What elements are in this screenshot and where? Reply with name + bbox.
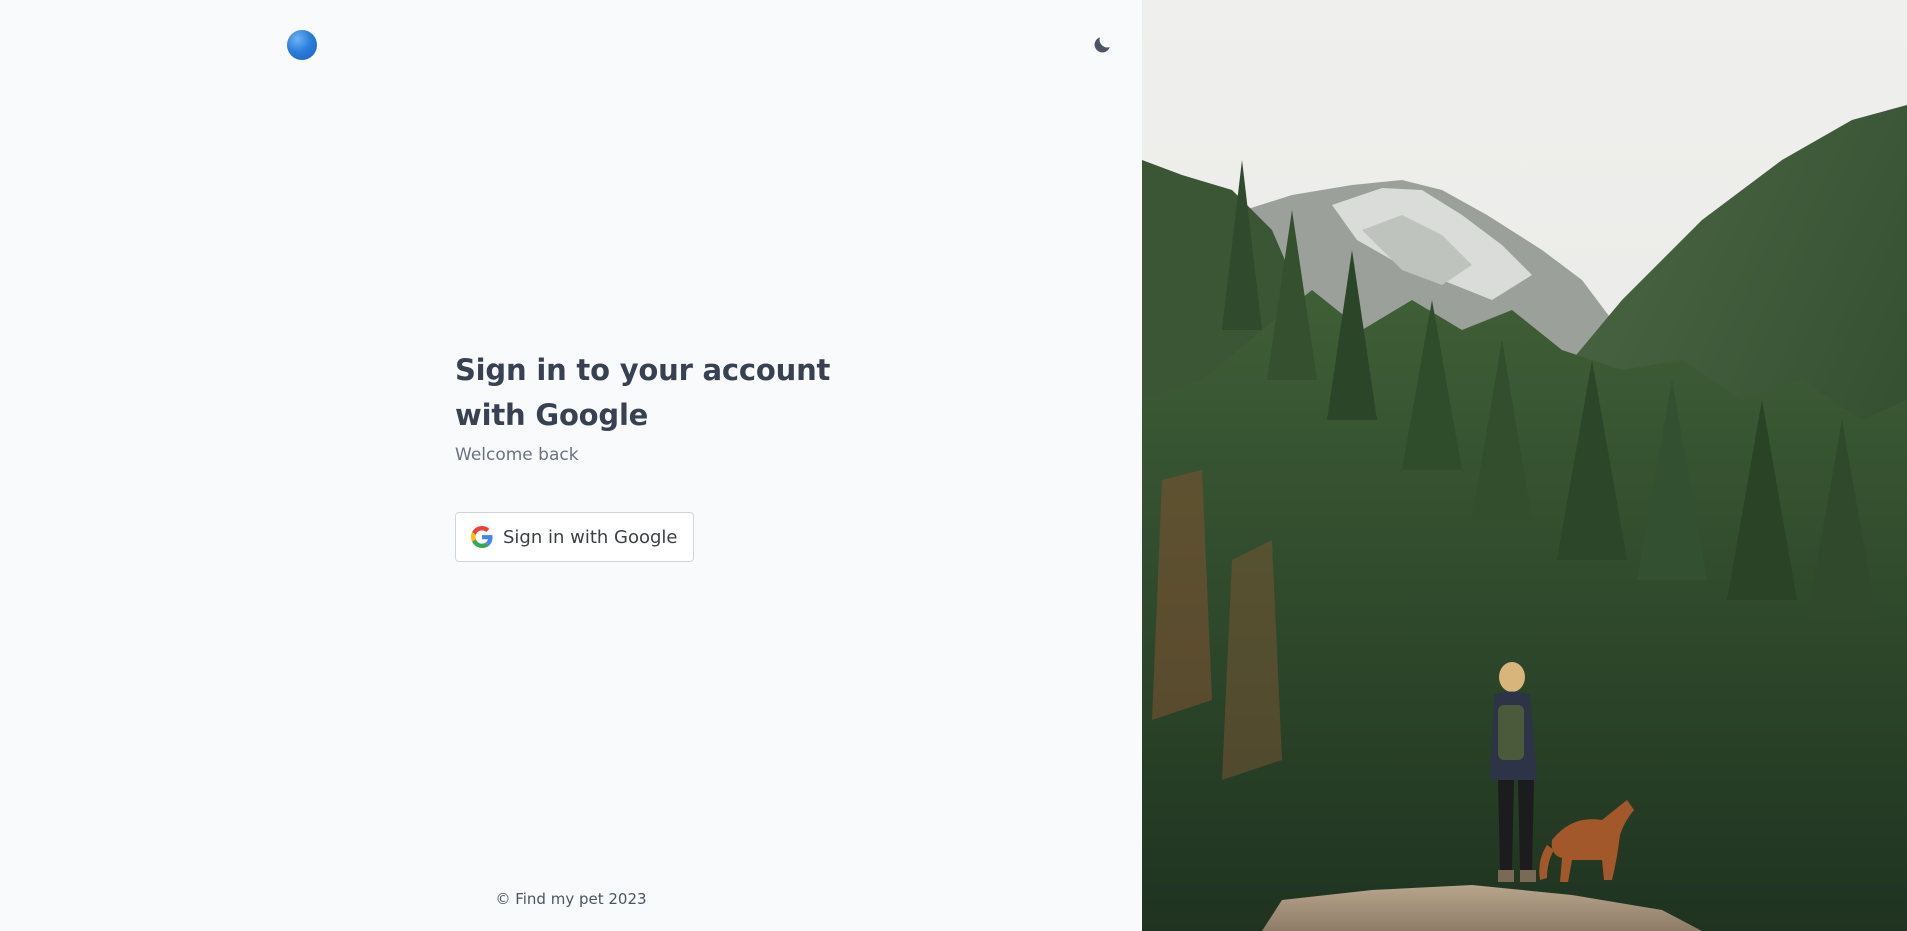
copyright-footer: © Find my pet 2023 bbox=[495, 890, 647, 908]
google-signin-button[interactable]: Sign in with Google bbox=[455, 512, 694, 562]
google-signin-label: Sign in with Google bbox=[503, 526, 678, 548]
page-subtitle: Welcome back bbox=[455, 445, 579, 465]
theme-toggle-button[interactable] bbox=[1090, 33, 1114, 57]
logo-icon[interactable] bbox=[287, 30, 317, 60]
signin-section: Sign in to your account with Google Welc… bbox=[455, 348, 895, 562]
moon-icon bbox=[1094, 37, 1110, 53]
login-panel: Sign in to your account with Google Welc… bbox=[0, 0, 1142, 931]
hero-image bbox=[1142, 0, 1907, 931]
google-g-icon bbox=[471, 526, 493, 548]
landscape-photo bbox=[1142, 0, 1907, 931]
login-page: Sign in to your account with Google Welc… bbox=[0, 0, 1907, 931]
page-title: Sign in to your account with Google bbox=[455, 353, 831, 432]
